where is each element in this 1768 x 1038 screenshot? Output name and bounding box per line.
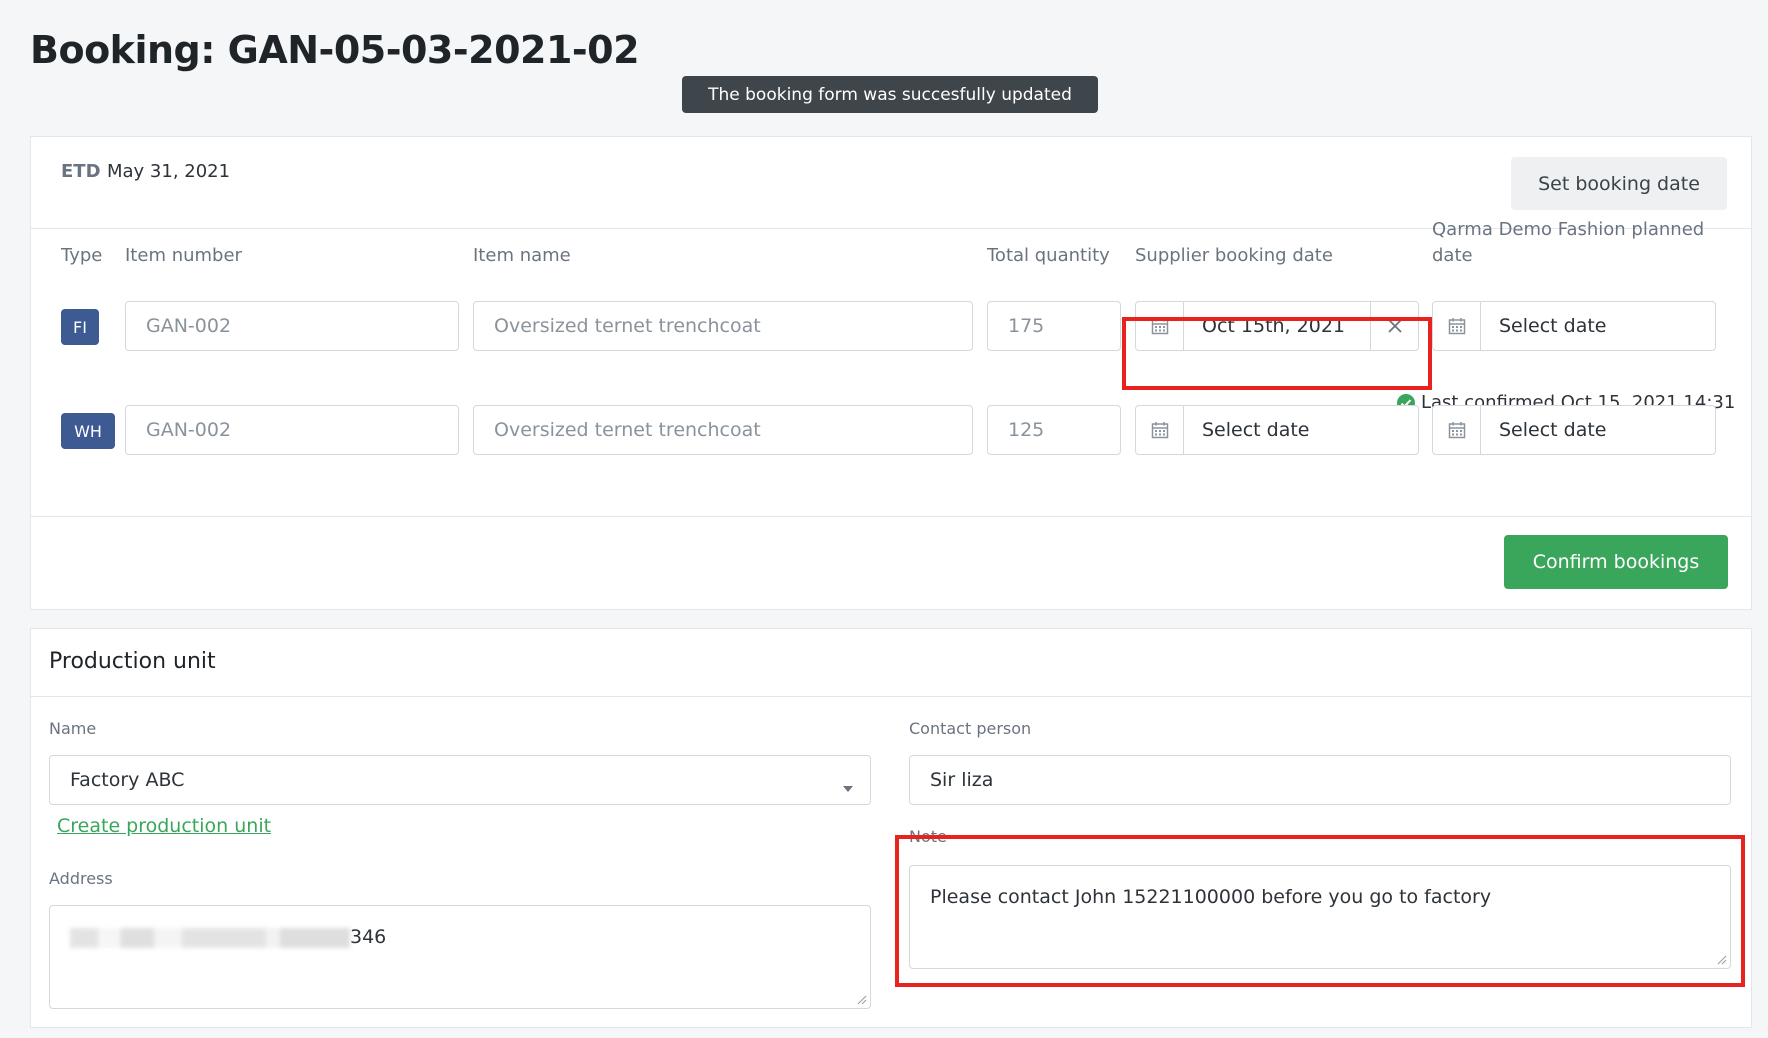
resize-handle-icon[interactable] xyxy=(855,993,867,1005)
contact-person-input[interactable]: Sir liza xyxy=(909,755,1731,805)
bookings-card: ETD May 31, 2021 Set booking date Type I… xyxy=(30,136,1752,610)
item-name-field[interactable]: Oversized ternet trenchcoat xyxy=(473,405,973,455)
section-title: Production unit xyxy=(49,649,216,674)
quantity-field[interactable]: 125 xyxy=(987,405,1121,455)
address-textarea[interactable]: 346 xyxy=(49,905,871,1009)
item-name-field[interactable]: Oversized ternet trenchcoat xyxy=(473,301,973,351)
redacted-blur xyxy=(70,927,350,948)
planned-date-value: Select date xyxy=(1499,315,1607,337)
highlight-box xyxy=(895,835,1745,987)
etd-value: May 31, 2021 xyxy=(107,161,231,182)
divider xyxy=(31,516,1751,517)
caret-down-icon[interactable] xyxy=(842,776,854,798)
item-number-field[interactable]: GAN-002 xyxy=(125,405,459,455)
confirm-bookings-button[interactable]: Confirm bookings xyxy=(1504,535,1728,589)
address-visible-text: 346 xyxy=(350,926,387,948)
col-header-item-number: Item number xyxy=(125,245,242,266)
type-badge: WH xyxy=(61,413,115,449)
col-header-item-name: Item name xyxy=(473,245,571,266)
success-toast: The booking form was succesfully updated xyxy=(682,76,1098,113)
production-unit-select[interactable]: Factory ABC xyxy=(49,755,871,805)
divider xyxy=(31,696,1751,697)
calendar-icon[interactable] xyxy=(1136,406,1184,454)
col-header-total-quantity: Total quantity xyxy=(987,245,1110,266)
etd-label: ETD xyxy=(61,161,101,182)
planned-date-picker[interactable]: Select date xyxy=(1432,301,1716,351)
production-unit-card: Production unit Name Factory ABC Create … xyxy=(30,628,1752,1028)
address-label: Address xyxy=(49,869,113,888)
col-header-planned-date: Qarma Demo Fashion planned date xyxy=(1432,219,1705,266)
item-number-field[interactable]: GAN-002 xyxy=(125,301,459,351)
supplier-booking-date-picker[interactable]: Select date xyxy=(1135,405,1419,455)
supplier-date-value: Select date xyxy=(1202,419,1310,441)
type-badge: FI xyxy=(61,309,99,345)
col-header-supplier-booking-date: Supplier booking date xyxy=(1135,245,1333,266)
highlight-box xyxy=(1122,317,1432,390)
planned-date-picker[interactable]: Select date xyxy=(1432,405,1716,455)
page-title: Booking: GAN-05-03-2021-02 xyxy=(30,28,640,72)
contact-person-label: Contact person xyxy=(909,719,1032,738)
set-booking-date-button[interactable]: Set booking date xyxy=(1511,157,1727,210)
quantity-field[interactable]: 175 xyxy=(987,301,1121,351)
col-header-type: Type xyxy=(61,245,103,266)
production-unit-value: Factory ABC xyxy=(70,769,185,791)
calendar-icon[interactable] xyxy=(1433,302,1481,350)
create-production-unit-link[interactable]: Create production unit xyxy=(57,815,271,837)
calendar-icon[interactable] xyxy=(1433,406,1481,454)
name-label: Name xyxy=(49,719,97,738)
planned-date-value: Select date xyxy=(1499,419,1607,441)
